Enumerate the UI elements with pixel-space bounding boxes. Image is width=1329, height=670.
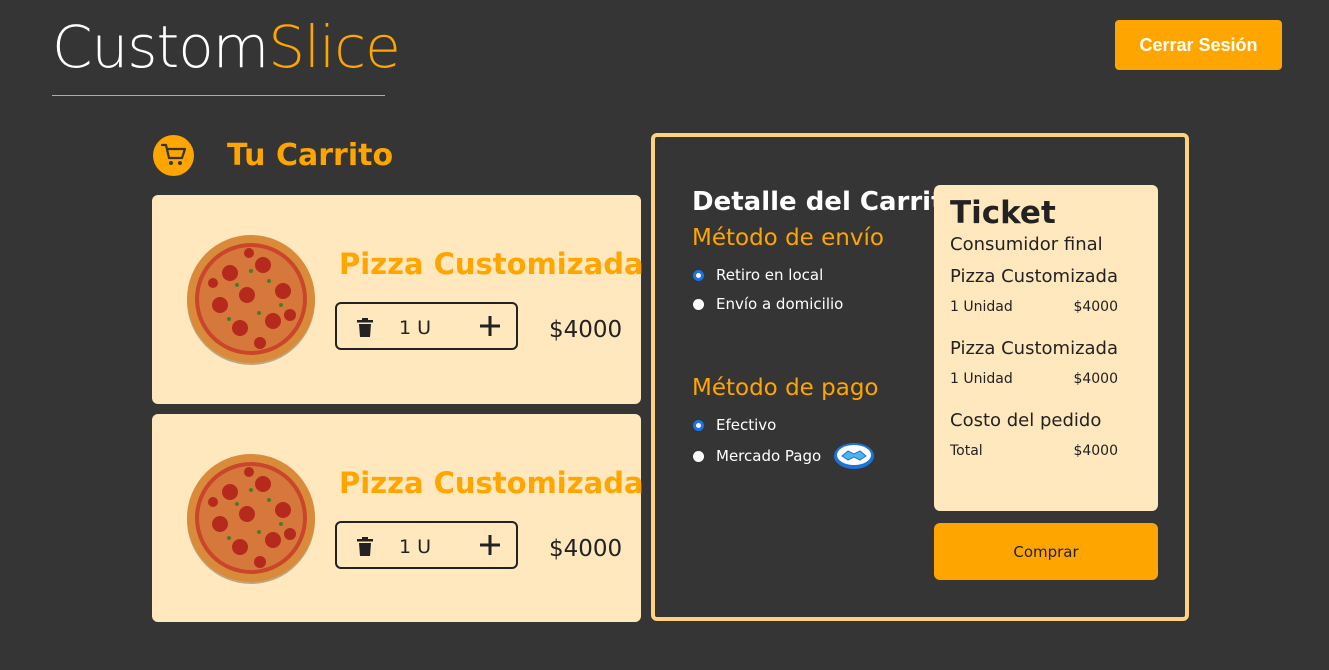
ticket-item-name: Pizza Customizada — [950, 338, 1119, 359]
plus-icon[interactable] — [479, 315, 501, 337]
plus-icon[interactable] — [479, 534, 501, 556]
buy-button[interactable]: Comprar — [934, 523, 1158, 580]
quantity-value: 1 U — [399, 536, 432, 558]
radio-mercadopago[interactable]: Mercado Pago — [693, 442, 875, 470]
item-name: Pizza Customizada — [339, 247, 644, 281]
radio-indicator[interactable] — [693, 298, 704, 310]
radio-label: Efectivo — [716, 416, 777, 434]
logo-text-slice: Slice — [268, 13, 401, 81]
radio-indicator[interactable] — [693, 450, 704, 462]
ticket-item-price: $4000 — [1073, 371, 1118, 387]
cart-item: Pizza Customizada 1 U $4000 — [152, 195, 644, 404]
radio-label: Retiro en local — [716, 266, 824, 284]
radio-label: Mercado Pago — [716, 447, 822, 465]
ticket-item-price: $4000 — [1073, 299, 1118, 315]
logout-button[interactable]: Cerrar Sesión — [1115, 20, 1282, 70]
ticket-item-row: 1 Unidad $4000 — [950, 299, 1118, 315]
cart-item: Pizza Customizada 1 U $4000 — [152, 414, 644, 622]
radio-selected-indicator[interactable] — [693, 419, 704, 431]
payment-method-label: Método de pago — [692, 375, 879, 401]
quantity-stepper: 1 U — [335, 302, 518, 350]
radio-selected-indicator[interactable] — [693, 269, 704, 281]
item-price: $4000 — [549, 536, 623, 562]
logo-underline — [52, 95, 385, 96]
ticket-title: Ticket — [950, 195, 1056, 231]
handshake-icon — [834, 443, 875, 469]
radio-pickup[interactable]: Retiro en local — [693, 266, 823, 284]
quantity-stepper: 1 U — [335, 521, 518, 569]
shipping-method-label: Método de envío — [692, 225, 884, 251]
radio-cash[interactable]: Efectivo — [693, 416, 776, 434]
item-name: Pizza Customizada — [339, 466, 644, 500]
logo: CustomSlice — [52, 12, 401, 82]
pizza-image — [187, 235, 315, 365]
quantity-value: 1 U — [399, 317, 432, 339]
ticket-total-label: Total — [950, 443, 983, 459]
ticket-item-units: 1 Unidad — [950, 371, 1013, 387]
ticket-total-value: $4000 — [1073, 443, 1118, 459]
ticket-total-row: Total $4000 — [950, 443, 1118, 459]
ticket-item-units: 1 Unidad — [950, 299, 1013, 315]
cart-title: Tu Carrito — [227, 137, 394, 173]
ticket-item-name: Pizza Customizada — [950, 266, 1119, 287]
pizza-image — [187, 454, 315, 584]
radio-delivery[interactable]: Envío a domicilio — [693, 295, 843, 313]
ticket-consumer: Consumidor final — [950, 234, 1103, 255]
radio-label: Envío a domicilio — [716, 295, 844, 313]
trash-icon[interactable] — [357, 318, 373, 337]
item-price: $4000 — [549, 317, 623, 343]
cart-heading: Tu Carrito — [153, 134, 394, 176]
logo-text-custom: Custom — [52, 13, 269, 81]
ticket-card: Ticket Consumidor final Pizza Customizad… — [934, 185, 1158, 511]
ticket-item-row: 1 Unidad $4000 — [950, 371, 1118, 387]
cart-icon — [153, 134, 194, 176]
trash-icon[interactable] — [357, 537, 373, 556]
ticket-cost-label: Costo del pedido — [950, 410, 1102, 431]
detail-title: Detalle del Carrito — [692, 187, 962, 217]
